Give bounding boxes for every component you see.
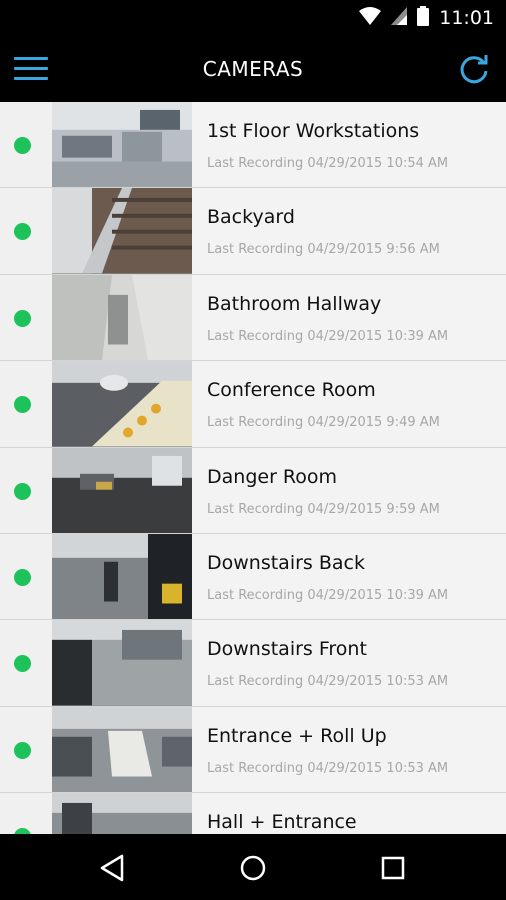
recents-icon[interactable] [378,853,408,883]
last-recording: Last Recording 04/29/2015 9:59 AM [207,501,440,517]
camera-name: 1st Floor Workstations [207,120,420,142]
camera-name: Entrance + Roll Up [207,724,387,747]
status-time: 11:01 [439,7,494,29]
camera-row[interactable]: Danger Room Last Recording 04/29/2015 9:… [0,447,506,534]
camera-thumbnail [52,274,192,361]
online-status-dot [14,137,31,154]
last-recording: Last Recording 04/29/2015 9:56 AM [207,242,440,258]
last-recording: Last Recording 04/29/2015 10:53 AM [207,674,449,690]
status-bar: 11:01 [0,0,506,36]
camera-row[interactable]: Downstairs Front Last Recording 04/29/20… [0,620,506,707]
camera-name: Danger Room [207,465,338,488]
camera-row[interactable]: Bathroom Hallway Last Recording 04/29/20… [0,274,506,362]
status-icons: 11:01 [359,5,494,31]
online-status-dot [14,741,31,759]
camera-row[interactable]: Backyard Last Recording 04/29/2015 9:56 … [0,188,506,275]
camera-thumbnail [52,102,192,188]
camera-name: Hall + Entrance [207,811,357,834]
last-recording: Last Recording 04/29/2015 10:39 AM [207,328,449,344]
last-recording: Last Recording 04/29/2015 10:54 AM [207,156,449,171]
camera-name: Conference Room [207,379,376,402]
camera-thumbnail [52,620,192,706]
last-recording: Last Recording 04/29/2015 9:49 AM [207,415,440,431]
camera-row[interactable]: Entrance + Roll Up Last Recording 04/29/… [0,706,506,794]
camera-thumbnail [52,793,192,834]
camera-row[interactable]: Downstairs Back Last Recording 04/29/201… [0,533,506,621]
camera-thumbnail [52,706,192,793]
cell-signal-icon [391,6,408,30]
camera-name: Backyard [207,206,295,229]
last-recording: Last Recording 04/29/2015 10:53 AM [207,760,449,776]
camera-name: Bathroom Hallway [207,292,382,315]
online-status-dot [14,655,31,673]
camera-thumbnail [52,447,192,533]
online-status-dot [14,309,31,327]
camera-thumbnail [52,361,192,447]
wifi-icon [359,6,382,30]
camera-name: Downstairs Front [207,638,367,661]
app-bar: CAMERAS [0,36,506,102]
home-icon[interactable] [238,853,268,883]
camera-row[interactable]: Hall + Entrance [0,793,506,834]
battery-icon [417,5,430,31]
camera-name: Downstairs Back [207,551,365,574]
camera-row[interactable]: 1st Floor Workstations Last Recording 04… [0,102,506,189]
camera-row[interactable]: Conference Room Last Recording 04/29/201… [0,361,506,448]
online-status-dot [14,568,31,586]
camera-thumbnail [52,533,192,620]
navigation-bar [0,834,506,900]
menu-icon[interactable] [14,57,48,81]
camera-list: 1st Floor Workstations Last Recording 04… [0,102,506,834]
last-recording: Last Recording 04/29/2015 10:39 AM [207,587,449,603]
page-title: CAMERAS [202,57,304,81]
back-icon[interactable] [98,853,128,883]
online-status-dot [14,223,31,241]
online-status-dot [14,482,31,500]
refresh-icon[interactable] [456,51,492,87]
online-status-dot [14,396,31,414]
camera-thumbnail [52,188,192,274]
